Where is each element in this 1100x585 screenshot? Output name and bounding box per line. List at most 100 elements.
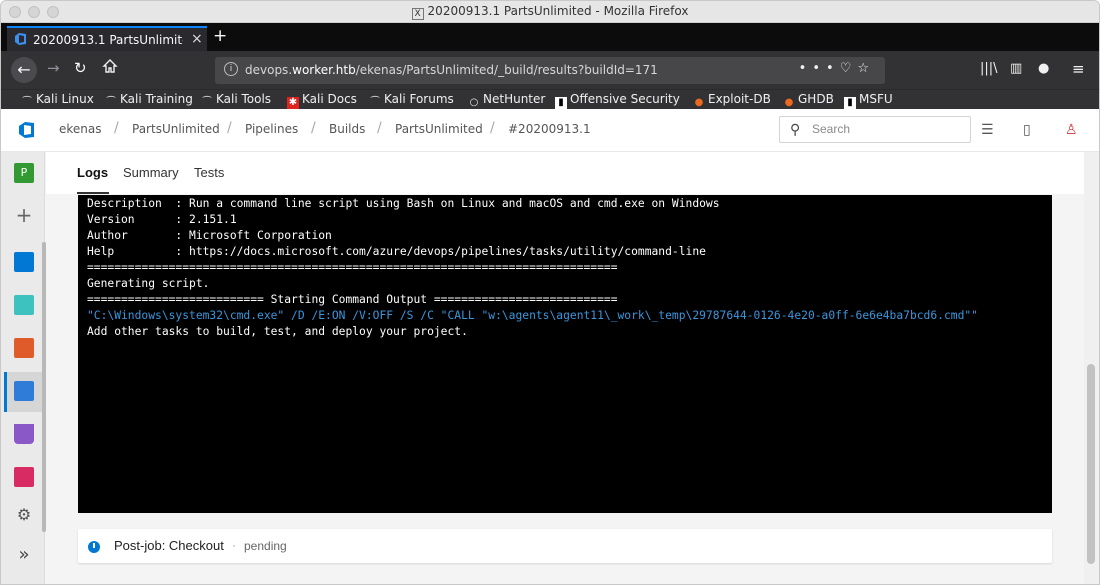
pocket-icon[interactable]: ♡ <box>840 61 858 76</box>
log-line: "C:\Windows\system32\cmd.exe" /D /E:ON /… <box>87 309 978 322</box>
azure-devops-logo-icon[interactable] <box>19 121 37 139</box>
browser-tab-active[interactable]: 20200913.1 PartsUnlimited × <box>7 26 207 51</box>
bookmark-item[interactable]: ● GHDB <box>783 92 834 109</box>
post-job-separator: · <box>232 538 236 552</box>
bookmark-item[interactable]: ● Exploit-DB <box>693 92 771 109</box>
azure-devops-favicon-icon <box>15 33 29 45</box>
breadcrumb-build[interactable]: #20200913.1 <box>508 122 591 136</box>
url-bar[interactable]: i devops.worker.htb/ekenas/PartsUnlimite… <box>215 57 885 84</box>
task-list-icon[interactable]: ☰ <box>981 122 994 138</box>
kali-dragon-icon: ⁀ <box>22 97 32 108</box>
exploitdb-icon: ● <box>694 97 704 108</box>
repos-icon[interactable] <box>14 338 34 358</box>
pipelines-icon[interactable] <box>14 381 34 401</box>
log-line: ========================================… <box>87 261 618 274</box>
post-job-label: Post-job: Checkout <box>114 538 224 553</box>
x-window-icon: X <box>411 8 424 20</box>
kali-dragon-icon: ⁀ <box>202 97 212 108</box>
offsec-icon: ▮ <box>844 97 856 109</box>
add-icon[interactable]: + <box>14 205 34 225</box>
home-icon <box>102 59 118 73</box>
tab-tests[interactable]: Tests <box>194 165 224 180</box>
log-line: Description : Run a command line script … <box>87 197 720 210</box>
kali-dragon-icon: ⁀ <box>106 97 116 108</box>
breadcrumb-project[interactable]: PartsUnlimited <box>132 122 220 136</box>
url-text: devops.worker.htb/ekenas/PartsUnlimited/… <box>245 63 658 77</box>
test-plans-icon[interactable] <box>14 424 34 444</box>
window-titlebar: X 20200913.1 PartsUnlimited - Mozilla Fir… <box>1 1 1099 23</box>
reload-button[interactable]: ↻ <box>74 59 87 77</box>
search-icon: ⚲ <box>790 122 801 138</box>
breadcrumb-pipelines[interactable]: Pipelines <box>245 122 298 136</box>
pending-clock-icon <box>88 541 100 553</box>
breadcrumb-pipeline[interactable]: PartsUnlimited <box>395 122 483 136</box>
nethunter-icon: ○ <box>469 97 479 108</box>
breadcrumb-separator: / <box>227 120 232 136</box>
breadcrumb-separator: / <box>490 120 495 136</box>
tab-title: 20200913.1 PartsUnlimited <box>33 33 183 47</box>
build-results-content: Logs Summary Tests Description : Run a c… <box>46 152 1099 584</box>
kali-dragon-icon: ⁀ <box>370 97 380 108</box>
log-line: Version : 2.151.1 <box>87 213 237 226</box>
breadcrumb-organization[interactable]: ekenas <box>59 122 102 136</box>
devops-header: ekenas / PartsUnlimited / Pipelines / Bu… <box>1 109 1099 152</box>
window-title: X 20200913.1 PartsUnlimited - Mozilla Fir… <box>1 4 1099 20</box>
page-scrollbar-thumb[interactable] <box>1087 364 1095 564</box>
bookmark-item[interactable]: ▮ Offensive Security <box>555 92 680 109</box>
library-icon[interactable]: |||\ <box>980 61 998 76</box>
breadcrumb-separator: / <box>311 120 316 136</box>
bookmark-star-icon[interactable]: ☆ <box>857 61 875 76</box>
breadcrumb-builds[interactable]: Builds <box>329 122 365 136</box>
log-line: Add other tasks to build, test, and depl… <box>87 325 468 338</box>
expand-rail-icon[interactable]: » <box>14 545 34 565</box>
search-box[interactable]: ⚲ <box>779 116 971 143</box>
new-tab-button[interactable]: + <box>213 26 227 46</box>
info-icon[interactable]: i <box>224 62 238 76</box>
account-icon[interactable]: ● <box>1038 61 1049 76</box>
sidebar-icon[interactable]: ▥ <box>1010 61 1022 76</box>
menu-icon[interactable]: ≡ <box>1072 60 1085 78</box>
breadcrumb-separator: / <box>377 120 382 136</box>
project-badge[interactable]: P <box>14 163 34 183</box>
artifacts-icon[interactable] <box>14 467 34 487</box>
log-line: Help : https://docs.microsoft.com/azure/… <box>87 245 706 258</box>
breadcrumb-separator: / <box>114 120 119 136</box>
page-scrollbar[interactable] <box>1084 152 1099 584</box>
forward-button[interactable]: → <box>47 59 60 77</box>
bookmark-item[interactable]: ⁀ Kali Linux <box>21 92 94 109</box>
browser-window: X 20200913.1 PartsUnlimited - Mozilla Fir… <box>0 0 1100 585</box>
bookmark-item[interactable]: ⁀ Kali Tools <box>201 92 271 109</box>
user-settings-icon[interactable]: ♙ <box>1065 122 1078 138</box>
home-button[interactable] <box>102 58 118 78</box>
left-navigation-rail: P + ⚙ » <box>1 152 46 584</box>
project-badge-letter: P <box>20 166 28 179</box>
tab-strip: 20200913.1 PartsUnlimited × + <box>1 23 1099 51</box>
shopping-bag-icon[interactable]: ▯ <box>1023 122 1031 138</box>
navigation-bar: ← → ↻ i devops.worker.htb/ekenas/PartsUn… <box>1 51 1099 89</box>
log-line: ========================== Starting Comm… <box>87 293 618 306</box>
bookmark-item[interactable]: ✱ Kali Docs <box>287 92 357 109</box>
tab-summary[interactable]: Summary <box>123 165 179 180</box>
active-tab-underline <box>77 192 109 194</box>
overview-icon[interactable] <box>14 252 34 272</box>
log-console[interactable]: Description : Run a command line script … <box>78 195 1052 513</box>
tab-logs[interactable]: Logs <box>77 165 108 180</box>
bookmark-item[interactable]: ⁀ Kali Forums <box>369 92 454 109</box>
post-job-step[interactable]: Post-job: Checkout · pending <box>78 529 1052 563</box>
kali-docs-icon: ✱ <box>287 97 299 109</box>
log-line: Generating script. <box>87 277 210 290</box>
close-tab-icon[interactable]: × <box>191 31 203 47</box>
bookmark-item[interactable]: ⁀ Kali Training <box>105 92 193 109</box>
log-line: Author : Microsoft Corporation <box>87 229 332 242</box>
offsec-icon: ▮ <box>555 97 567 109</box>
back-button[interactable]: ← <box>11 57 37 83</box>
gear-icon[interactable]: ⚙ <box>14 505 34 525</box>
bookmark-item[interactable]: ▮ MSFU <box>844 92 893 109</box>
window-title-text: 20200913.1 PartsUnlimited - Mozilla Fire… <box>427 4 689 18</box>
bookmark-item[interactable]: ○ NetHunter <box>468 92 546 109</box>
page-actions-icon[interactable]: ••• <box>799 61 840 76</box>
boards-icon[interactable] <box>14 295 34 315</box>
results-tabs: Logs Summary Tests <box>46 152 1086 194</box>
post-job-status: pending <box>244 539 287 553</box>
search-input[interactable] <box>812 122 962 136</box>
